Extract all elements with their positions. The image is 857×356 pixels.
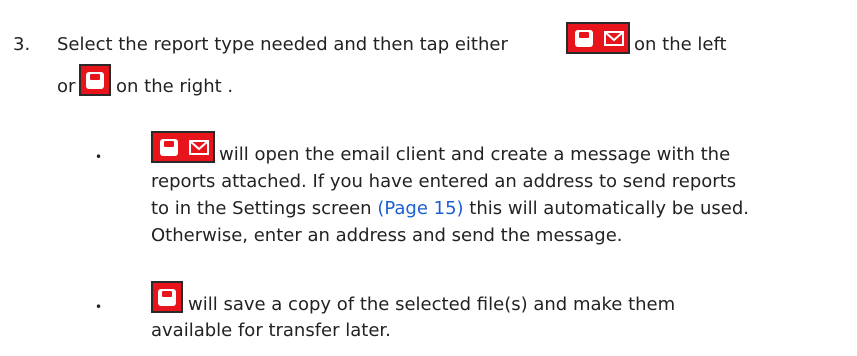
save-email-icon — [566, 22, 630, 54]
step-or-text: or — [57, 76, 76, 97]
save-email-icon — [151, 131, 215, 163]
save-icon — [79, 64, 111, 96]
step-number: 3. — [13, 34, 31, 55]
bullet-marker: • — [95, 150, 103, 164]
save-icon — [151, 281, 183, 313]
bullet-1-line-2: reports attached. If you have entered an… — [151, 171, 737, 192]
step-text-before-icon: Select the report type needed and then t… — [57, 34, 508, 55]
bullet-marker: • — [95, 300, 103, 314]
bullet-1-line-4: Otherwise, enter an address and send the… — [151, 225, 623, 246]
step-line-2-after-icon: on the right . — [116, 76, 234, 97]
bullet-2-line-2: available for transfer later. — [151, 320, 391, 341]
bullet-1-line-1: will open the email client and create a … — [219, 144, 731, 165]
page-15-link[interactable]: (Page 15) — [377, 198, 463, 219]
bullet-1-line-3: to in the Settings screen (Page 15) this… — [151, 198, 749, 220]
bullet-1-line-3-end: this will automatically be used. — [469, 198, 749, 219]
step-line-1: 3. Select the report type needed and then… — [13, 34, 508, 56]
step-text-after-icon: on the left — [634, 34, 727, 55]
bullet-2-line-1: will save a copy of the selected file(s)… — [188, 294, 676, 315]
bullet-1-line-3-start: to in the Settings screen — [151, 198, 372, 219]
